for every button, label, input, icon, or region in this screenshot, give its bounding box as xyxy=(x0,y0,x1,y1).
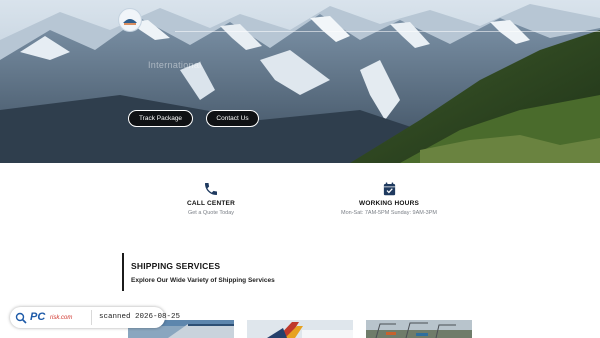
calendar-check-icon xyxy=(383,182,395,196)
services-subtitle: Explore Our Wide Variety of Shipping Ser… xyxy=(131,277,275,284)
pcrisk-logo-text: PC xyxy=(30,311,46,323)
hero-banner: International Track Package Contact Us xyxy=(0,0,600,163)
call-center-subtitle: Get a Quote Today xyxy=(187,210,235,216)
magnifier-icon xyxy=(15,312,27,324)
mountain-background-image xyxy=(0,0,600,163)
pcrisk-logo-suffix: risk.com xyxy=(50,315,73,321)
badge-divider xyxy=(91,310,92,325)
airplane-image[interactable] xyxy=(247,320,353,338)
scan-watermark-badge: PC risk.com scanned 2026-08-25 xyxy=(10,307,180,328)
call-center-block: CALL CENTER Get a Quote Today xyxy=(172,181,250,216)
scan-date-text: scanned 2026-08-25 xyxy=(99,313,181,321)
working-hours-subtitle: Mon-Sat: 7AM-5PM Sunday: 9AM-3PM xyxy=(341,210,437,216)
company-logo[interactable] xyxy=(118,8,142,32)
contact-us-button[interactable]: Contact Us xyxy=(206,110,259,127)
call-center-title: CALL CENTER xyxy=(187,200,235,207)
hero-subtitle: International xyxy=(148,60,202,70)
phone-icon xyxy=(205,183,217,195)
header-divider xyxy=(175,31,600,32)
section-accent-bar xyxy=(122,253,124,291)
services-title: SHIPPING SERVICES xyxy=(131,261,221,271)
track-package-button[interactable]: Track Package xyxy=(128,110,193,127)
working-hours-title: WORKING HOURS xyxy=(358,200,419,207)
port-cranes-image[interactable] xyxy=(366,320,472,338)
working-hours-block: WORKING HOURS Mon-Sat: 7AM-5PM Sunday: 9… xyxy=(334,181,444,216)
